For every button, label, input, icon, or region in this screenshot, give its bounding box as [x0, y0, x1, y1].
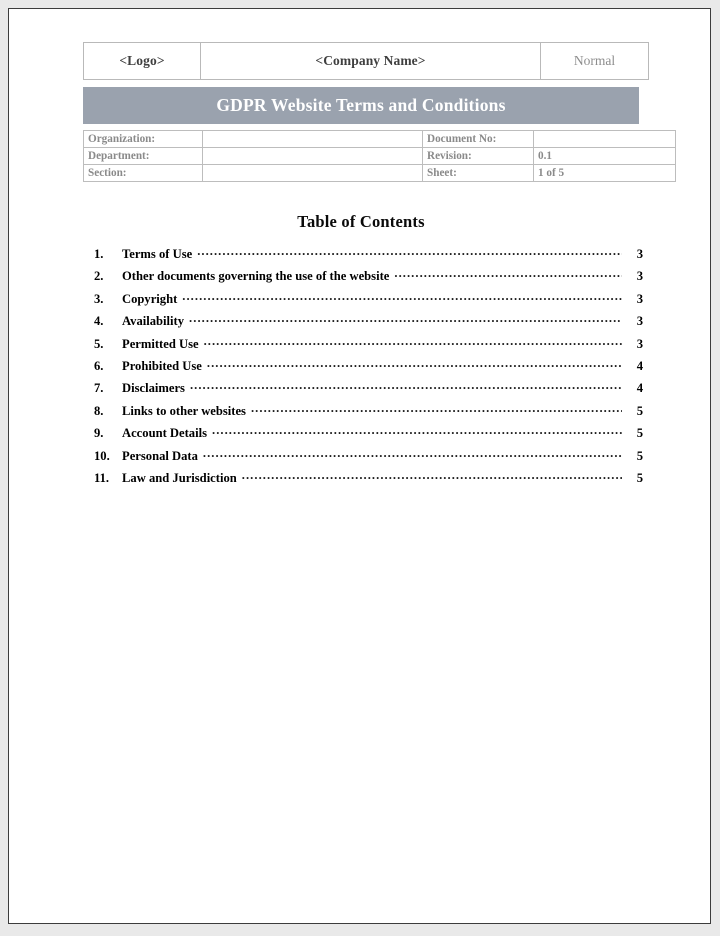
- document-page: <Logo> <Company Name> Normal GDPR Websit…: [8, 8, 711, 924]
- table-row: Organization: Document No:: [83, 130, 676, 148]
- toc-entry-6[interactable]: 6. Prohibited Use 4: [83, 358, 643, 380]
- toc-entry-label: Copyright: [122, 291, 178, 306]
- meta-value-sheet: 1 of 5: [533, 164, 676, 182]
- document-title: GDPR Website Terms and Conditions: [216, 95, 506, 115]
- company-name-placeholder-cell: <Company Name>: [200, 42, 541, 80]
- toc-leader-dots: [251, 403, 622, 415]
- meta-label-department: Department:: [83, 147, 203, 165]
- toc-leader-dots: [204, 336, 622, 348]
- toc-entry-label: Terms of Use: [122, 247, 193, 261]
- toc-entry-number: 10.: [94, 448, 110, 463]
- toc-entry-number: 11.: [94, 470, 110, 485]
- document-header-table: <Logo> <Company Name> Normal: [83, 42, 649, 80]
- meta-value-revision: 0.1: [533, 147, 676, 165]
- toc-entry-label: Other documents governing the use of the…: [122, 269, 390, 284]
- table-row: Section: Sheet: 1 of 5: [83, 164, 676, 182]
- meta-label-organization: Organization:: [83, 130, 203, 148]
- toc-entry-page: 3: [636, 269, 643, 284]
- document-meta-table: Organization: Document No: Department: R…: [83, 130, 676, 182]
- toc-entry-10[interactable]: 10. Personal Data 5: [83, 448, 643, 470]
- toc-entry-number: 8.: [94, 403, 104, 418]
- table-row: Department: Revision: 0.1: [83, 147, 676, 165]
- toc-entry-label: Account Details: [122, 426, 207, 441]
- toc-entry-5[interactable]: 5. Permitted Use 3: [83, 336, 643, 358]
- toc-entry-label: Links to other websites: [122, 403, 246, 418]
- meta-value-organization: [202, 130, 423, 148]
- toc-entry-page: 5: [636, 448, 643, 463]
- toc-leader-dots: [182, 291, 622, 303]
- toc-entry-label: Permitted Use: [122, 336, 199, 351]
- document-title-band: GDPR Website Terms and Conditions: [83, 87, 639, 124]
- table-of-contents-list: 1. Terms of Use 3 2. Other documents gov…: [83, 246, 643, 492]
- toc-entry-number: 9.: [94, 426, 104, 441]
- toc-leader-dots: [212, 425, 622, 437]
- meta-label-section: Section:: [83, 164, 203, 182]
- meta-label-revision: Revision:: [422, 147, 534, 165]
- toc-entry-label: Personal Data: [122, 448, 198, 463]
- toc-entry-9[interactable]: 9. Account Details 5: [83, 425, 643, 447]
- toc-entry-number: 5.: [94, 336, 104, 351]
- meta-label-sheet: Sheet:: [422, 164, 534, 182]
- toc-leader-dots: [190, 380, 622, 392]
- toc-entry-number: 7.: [94, 381, 104, 396]
- toc-leader-dots: [242, 470, 622, 482]
- meta-value-department: [202, 147, 423, 165]
- toc-entry-page: 5: [636, 470, 643, 485]
- toc-leader-dots: [207, 358, 622, 370]
- table-of-contents-heading: Table of Contents: [297, 212, 425, 231]
- toc-entry-page: 3: [636, 291, 643, 306]
- classification-cell: Normal: [540, 42, 649, 80]
- toc-leader-dots: [197, 246, 622, 258]
- toc-entry-11[interactable]: 11. Law and Jurisdiction 5: [83, 470, 643, 492]
- toc-entry-number: 1.: [94, 247, 104, 261]
- toc-leader-dots: [189, 313, 622, 325]
- toc-entry-label: Law and Jurisdiction: [122, 470, 237, 485]
- toc-leader-dots: [203, 448, 622, 460]
- toc-entry-3[interactable]: 3. Copyright 3: [83, 291, 643, 313]
- toc-entry-page: 4: [636, 381, 643, 396]
- meta-value-section: [202, 164, 423, 182]
- toc-entry-label: Disclaimers: [122, 381, 185, 396]
- toc-entry-8[interactable]: 8. Links to other websites 5: [83, 403, 643, 425]
- toc-entry-page: 3: [636, 247, 643, 261]
- toc-entry-page: 5: [636, 403, 643, 418]
- meta-label-document-no: Document No:: [422, 130, 534, 148]
- toc-entry-page: 3: [636, 336, 643, 351]
- meta-value-document-no: [533, 130, 676, 148]
- toc-entry-page: 3: [636, 314, 643, 329]
- toc-entry-4[interactable]: 4. Availability 3: [83, 313, 643, 335]
- toc-entry-number: 2.: [94, 269, 104, 284]
- toc-leader-dots: [394, 268, 622, 280]
- toc-entry-7[interactable]: 7. Disclaimers 4: [83, 380, 643, 402]
- toc-entry-number: 6.: [94, 358, 104, 373]
- toc-entry-page: 5: [636, 426, 643, 441]
- toc-entry-page: 4: [636, 358, 643, 373]
- toc-entry-number: 4.: [94, 314, 104, 329]
- toc-entry-2[interactable]: 2. Other documents governing the use of …: [83, 268, 643, 290]
- header-row: <Logo> <Company Name> Normal: [83, 42, 649, 80]
- logo-placeholder-cell: <Logo>: [83, 42, 201, 80]
- toc-entry-number: 3.: [94, 291, 104, 306]
- toc-entry-label: Availability: [122, 314, 185, 329]
- toc-entry-label: Prohibited Use: [122, 358, 202, 373]
- toc-entry-1[interactable]: 1. Terms of Use 3: [83, 246, 643, 268]
